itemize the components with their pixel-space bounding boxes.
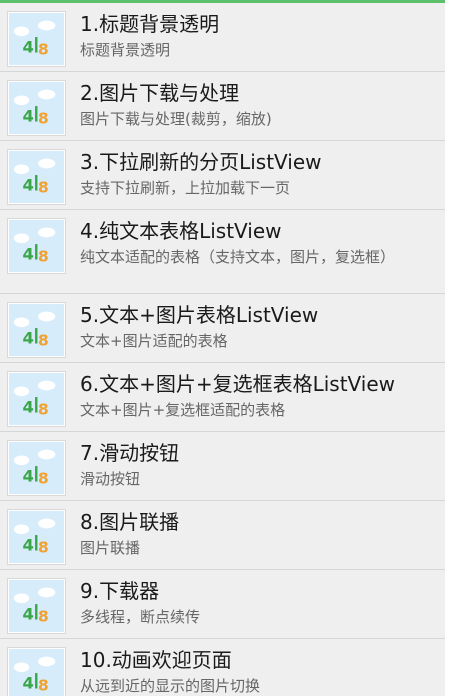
item-title: 3.下拉刷新的分页ListView xyxy=(80,150,322,174)
app-logo-icon: 48 xyxy=(7,11,66,67)
item-subtitle: 多线程，断点续传 xyxy=(80,608,201,626)
right-gutter xyxy=(445,0,465,696)
svg-text:8: 8 xyxy=(38,607,49,625)
app-logo-icon: 48 xyxy=(7,218,66,274)
item-subtitle: 纯文本适配的表格（支持文本，图片，复选框） xyxy=(80,248,396,266)
list-item-5[interactable]: 48 5.文本+图片表格ListView 文本+图片适配的表格 xyxy=(0,294,445,363)
demo-list: 48 1.标题背景透明 标题背景透明 48 2.图片下载与处理 图片下载与处理(… xyxy=(0,3,445,696)
svg-text:8: 8 xyxy=(38,331,49,349)
svg-text:4: 4 xyxy=(23,107,34,126)
svg-text:8: 8 xyxy=(38,109,49,127)
item-title: 2.图片下载与处理 xyxy=(80,81,240,105)
item-subtitle: 从远到近的显示的图片切换 xyxy=(80,677,261,695)
svg-text:8: 8 xyxy=(38,469,49,487)
list-item-2[interactable]: 48 2.图片下载与处理 图片下载与处理(裁剪，缩放) xyxy=(0,72,445,141)
screen: 48 1.标题背景透明 标题背景透明 48 2.图片下载与处理 图片下载与处理(… xyxy=(0,0,465,696)
list-item-9[interactable]: 48 9.下载器 多线程，断点续传 xyxy=(0,570,445,639)
app-logo-icon: 48 xyxy=(7,578,66,634)
item-title: 1.标题背景透明 xyxy=(80,12,220,36)
svg-text:4: 4 xyxy=(23,674,34,693)
item-subtitle: 标题背景透明 xyxy=(80,41,171,59)
svg-text:4: 4 xyxy=(23,467,34,486)
svg-text:4: 4 xyxy=(23,176,34,195)
item-subtitle: 支持下拉刷新，上拉加载下一页 xyxy=(80,179,291,197)
list-item-3[interactable]: 48 3.下拉刷新的分页ListView 支持下拉刷新，上拉加载下一页 xyxy=(0,141,445,210)
app-logo-icon: 48 xyxy=(7,302,66,358)
item-title: 6.文本+图片+复选框表格ListView xyxy=(80,372,396,396)
svg-text:8: 8 xyxy=(38,400,49,418)
list-item-4[interactable]: 48 4.纯文本表格ListView 纯文本适配的表格（支持文本，图片，复选框） xyxy=(0,210,445,294)
item-title: 4.纯文本表格ListView xyxy=(80,219,282,243)
item-title: 10.动画欢迎页面 xyxy=(80,648,232,672)
item-subtitle: 文本+图片+复选框适配的表格 xyxy=(80,401,286,419)
item-title: 5.文本+图片表格ListView xyxy=(80,303,319,327)
item-subtitle: 图片联播 xyxy=(80,539,141,557)
svg-text:8: 8 xyxy=(38,676,49,694)
svg-text:8: 8 xyxy=(38,247,49,265)
svg-text:4: 4 xyxy=(23,245,34,264)
item-title: 9.下载器 xyxy=(80,579,160,603)
svg-text:4: 4 xyxy=(23,536,34,555)
item-subtitle: 滑动按钮 xyxy=(80,470,141,488)
list-item-6[interactable]: 48 6.文本+图片+复选框表格ListView 文本+图片+复选框适配的表格 xyxy=(0,363,445,432)
item-subtitle: 图片下载与处理(裁剪，缩放) xyxy=(80,110,272,128)
app-logo-icon: 48 xyxy=(7,149,66,205)
item-title: 8.图片联播 xyxy=(80,510,180,534)
list-item-1[interactable]: 48 1.标题背景透明 标题背景透明 xyxy=(0,3,445,72)
svg-text:8: 8 xyxy=(38,538,49,556)
svg-text:8: 8 xyxy=(38,178,49,196)
item-subtitle: 文本+图片适配的表格 xyxy=(80,332,228,350)
svg-text:4: 4 xyxy=(23,398,34,417)
item-title: 7.滑动按钮 xyxy=(80,441,180,465)
svg-text:4: 4 xyxy=(23,329,34,348)
list-item-8[interactable]: 48 8.图片联播 图片联播 xyxy=(0,501,445,570)
app-logo-icon: 48 xyxy=(7,647,66,696)
svg-text:4: 4 xyxy=(23,38,34,57)
app-logo-icon: 48 xyxy=(7,80,66,136)
app-logo-icon: 48 xyxy=(7,440,66,496)
app-logo-icon: 48 xyxy=(7,509,66,565)
list-item-10[interactable]: 48 10.动画欢迎页面 从远到近的显示的图片切换 xyxy=(0,639,445,696)
svg-text:4: 4 xyxy=(23,605,34,624)
list-item-7[interactable]: 48 7.滑动按钮 滑动按钮 xyxy=(0,432,445,501)
app-logo-icon: 48 xyxy=(7,371,66,427)
svg-text:8: 8 xyxy=(38,40,49,58)
